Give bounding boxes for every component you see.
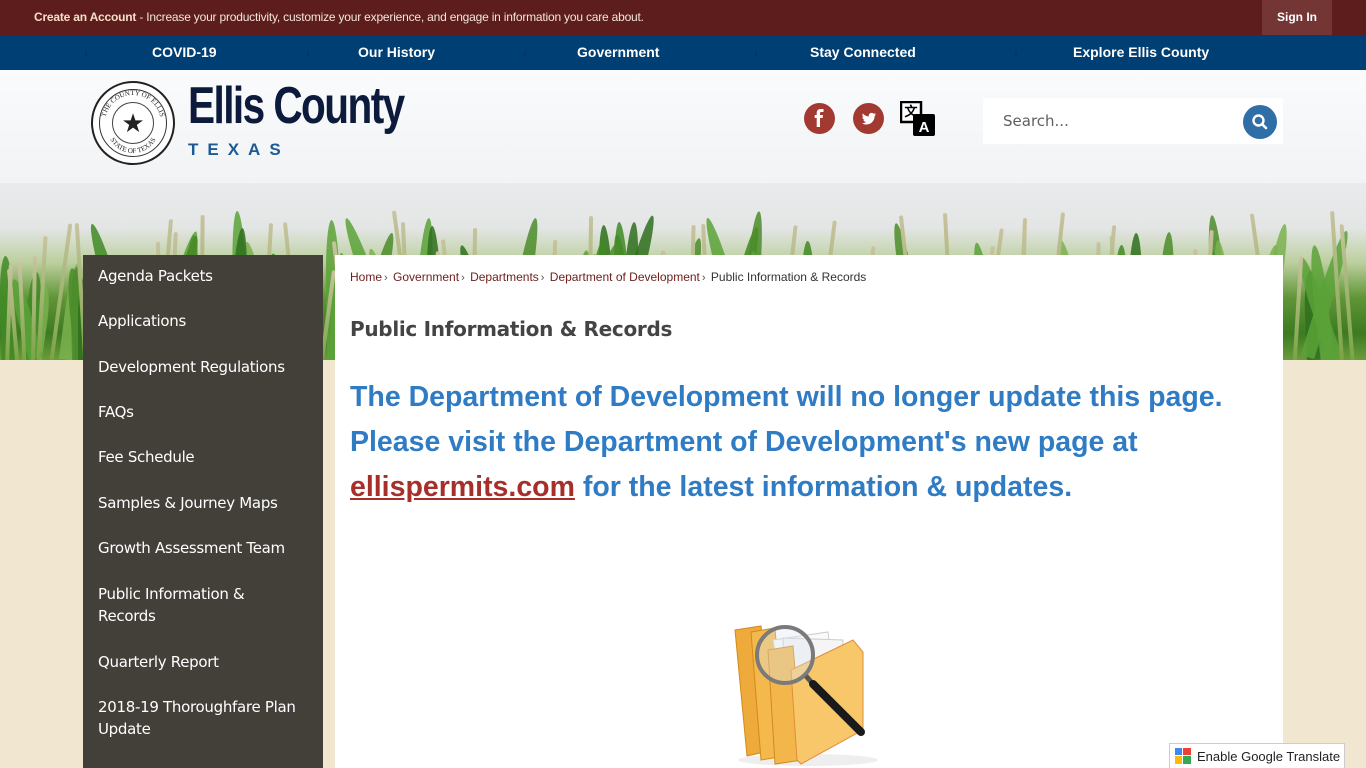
search-input[interactable] (1003, 110, 1233, 132)
sidebar-item-fee-schedule[interactable]: Fee Schedule (98, 446, 313, 468)
create-account-link[interactable]: Create an Account (34, 10, 136, 24)
sidebar-item-development-regulations[interactable]: Development Regulations (98, 356, 313, 378)
sign-in-button[interactable]: Sign In (1262, 0, 1332, 35)
notice-text: The Department of Development will no lo… (350, 375, 1250, 510)
nav-arrow-down-icon: ↓ (304, 44, 312, 59)
nav-item-stay-connected[interactable]: Stay Connected (810, 35, 916, 70)
sidebar-item-applications[interactable]: Applications (98, 310, 313, 332)
nav-arrow-down-icon: ↓ (521, 44, 529, 59)
notice-text-before: The Department of Development will no lo… (350, 381, 1223, 458)
google-translate-icon (1175, 748, 1191, 764)
site-name[interactable]: Ellis County (188, 80, 405, 132)
twitter-icon[interactable] (853, 103, 884, 134)
sidebar-item-agenda-packets[interactable]: Agenda Packets (98, 265, 313, 287)
breadcrumb-department-of-development[interactable]: Department of Development (550, 270, 700, 284)
create-account-description: - Increase your productivity, customize … (136, 10, 644, 24)
site-subtitle: TEXAS (188, 140, 290, 159)
sidebar-item-growth-assessment-team[interactable]: Growth Assessment Team (98, 537, 313, 559)
facebook-icon[interactable] (804, 103, 835, 134)
breadcrumb-separator: › (701, 272, 706, 284)
page-title: Public Information & Records (350, 317, 673, 341)
sidebar-item-faqs[interactable]: FAQs (98, 401, 313, 423)
enable-google-translate-button[interactable]: Enable Google Translate (1169, 743, 1345, 768)
search-box (983, 98, 1283, 144)
sidebar-item-thoroughfare-plan-update[interactable]: 2018-19 Thoroughfare Plan Update (98, 696, 308, 740)
breadcrumb-current: Public Information & Records (710, 270, 867, 284)
nav-item-explore-ellis-county[interactable]: Explore Ellis County (1073, 35, 1209, 70)
search-button[interactable] (1243, 105, 1277, 139)
breadcrumb: Home › Government › Departments › Departmen… (350, 270, 866, 284)
search-icon (1252, 114, 1268, 130)
notice-text-after: for the latest information & updates. (574, 471, 1073, 503)
google-translate-label: Enable Google Translate (1197, 749, 1341, 764)
breadcrumb-home[interactable]: Home (350, 270, 382, 284)
sidebar-item-public-information-records[interactable]: Public Information & Records (98, 583, 278, 627)
nav-arrow-down-icon: ↓ (752, 44, 760, 59)
nav-item-government[interactable]: Government (577, 35, 659, 70)
sidebar-nav: Agenda Packets Applications Development … (83, 255, 323, 768)
nav-item-covid-19[interactable]: COVID-19 (152, 35, 217, 70)
folders-magnifier-image (713, 610, 893, 768)
breadcrumb-separator: › (384, 272, 388, 284)
sidebar-item-quarterly-report[interactable]: Quarterly Report (98, 651, 313, 673)
translate-icon[interactable]: 文 A (899, 100, 936, 137)
ellispermits-link[interactable]: ellispermits.com (350, 471, 575, 503)
county-seal-logo[interactable]: THE COUNTY OF ELLIS STATE OF TEXAS ★ (91, 81, 175, 165)
breadcrumb-government[interactable]: Government (393, 270, 459, 284)
star-icon: ★ (121, 108, 145, 138)
main-content: Home › Government › Departments › Departmen… (335, 255, 1283, 768)
create-account-message: Create an Account - Increase your produc… (34, 10, 644, 24)
breadcrumb-separator: › (461, 272, 465, 284)
nav-arrow-down-icon: ↓ (82, 44, 90, 59)
nav-item-our-history[interactable]: Our History (358, 35, 435, 70)
nav-arrow-down-icon: ↓ (1012, 44, 1020, 59)
breadcrumb-departments[interactable]: Departments (470, 270, 539, 284)
corn-tassel (1292, 255, 1304, 360)
svg-text:A: A (919, 119, 930, 136)
breadcrumb-separator: › (540, 272, 545, 284)
main-nav: ↓ COVID-19 ↓ Our History ↓ Government ↓ … (0, 35, 1366, 70)
sidebar-item-samples-journey-maps[interactable]: Samples & Journey Maps (98, 492, 313, 514)
account-bar: Create an Account - Increase your produc… (0, 0, 1366, 35)
